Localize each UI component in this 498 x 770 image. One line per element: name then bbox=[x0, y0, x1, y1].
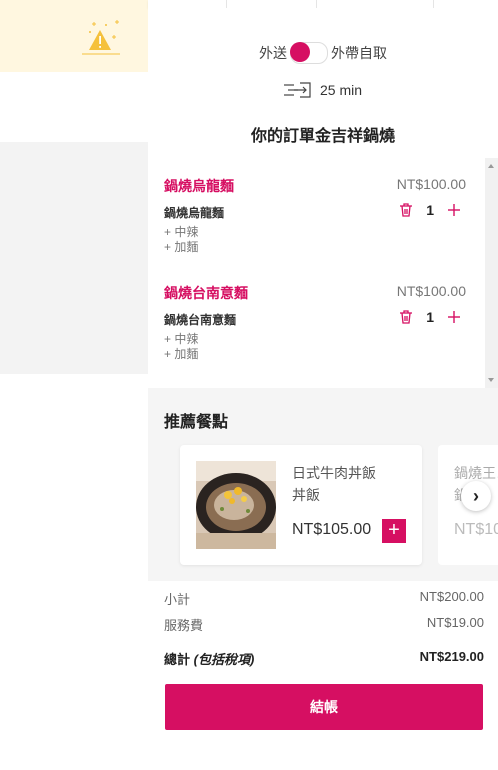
scroll-down-arrow-icon[interactable] bbox=[488, 378, 494, 382]
scroll-up-arrow-icon[interactable] bbox=[488, 164, 494, 168]
delivery-label[interactable]: 外送 bbox=[259, 43, 287, 63]
page-background bbox=[0, 142, 148, 374]
cart-item: 鍋燒台南意麵 NT$100.00 鍋燒台南意麵 + 中辣 + 加麵 1 bbox=[164, 283, 482, 362]
item-option: + 加麵 bbox=[164, 240, 199, 254]
header-strip bbox=[148, 0, 498, 8]
toggle-knob bbox=[290, 42, 310, 62]
recommend-name: 鍋燒王… bbox=[454, 465, 498, 481]
delivery-mode-switch: 外送 外帶自取 bbox=[148, 42, 498, 64]
item-option: + 中辣 bbox=[164, 225, 199, 239]
page-background bbox=[0, 374, 148, 770]
service-fee-value: NT$19.00 bbox=[426, 615, 484, 630]
recommend-price: NT$105.00 bbox=[292, 521, 372, 538]
service-fee-label: 服務費 bbox=[164, 618, 204, 633]
subtotal-row: 小計 NT$200.00 bbox=[164, 589, 484, 608]
order-title: 你的訂單金吉祥鍋燒 bbox=[250, 128, 395, 145]
total-row: 總計 (包括稅項) NT$219.00 bbox=[164, 649, 484, 668]
item-quantity: 1 bbox=[426, 202, 434, 218]
carousel-next-button[interactable]: › bbox=[461, 481, 491, 511]
recommend-title: 推薦餐點 bbox=[164, 414, 229, 431]
recommend-card[interactable]: 日式牛肉丼飯 丼飯 NT$105.00 + bbox=[180, 445, 422, 565]
plus-icon[interactable] bbox=[448, 311, 460, 323]
item-option: + 中辣 bbox=[164, 332, 199, 346]
delivery-toggle[interactable] bbox=[290, 42, 328, 64]
item-price: NT$100.00 bbox=[396, 283, 466, 299]
total-label: 總計 (包括稅項) bbox=[164, 652, 255, 667]
subtotal-label: 小計 bbox=[164, 592, 191, 607]
food-photo bbox=[196, 461, 276, 549]
cart-panel: 外送 外帶自取 25 min 你的訂單金吉祥鍋燒 鍋燒烏龍麵 NT$100.00… bbox=[148, 8, 498, 770]
delivery-time-icon bbox=[283, 82, 311, 98]
trash-icon[interactable] bbox=[400, 310, 413, 324]
eta: 25 min bbox=[148, 82, 498, 98]
cart-items: 鍋燒烏龍麵 NT$100.00 鍋燒烏龍麵 + 中辣 + 加麵 1 鍋燒台南意麵 bbox=[148, 158, 498, 388]
item-quantity: 1 bbox=[426, 309, 434, 325]
total-value: NT$219.00 bbox=[419, 649, 484, 664]
recommend-name: 日式牛肉丼飯 bbox=[292, 465, 376, 481]
alert-banner bbox=[0, 0, 148, 72]
quantity-stepper: 1 bbox=[400, 202, 460, 218]
subtotal-value: NT$200.00 bbox=[419, 589, 484, 604]
recommend-price: NT$10… bbox=[454, 521, 498, 538]
eta-text: 25 min bbox=[319, 82, 363, 98]
cart-item: 鍋燒烏龍麵 NT$100.00 鍋燒烏龍麵 + 中辣 + 加麵 1 bbox=[164, 176, 482, 255]
recommend-category: 丼飯 bbox=[292, 487, 320, 503]
item-price: NT$100.00 bbox=[396, 176, 466, 192]
quantity-stepper: 1 bbox=[400, 309, 460, 325]
trash-icon[interactable] bbox=[400, 203, 413, 217]
warning-icon bbox=[82, 20, 120, 55]
scrollbar[interactable] bbox=[485, 158, 498, 388]
item-option: + 加麵 bbox=[164, 347, 199, 361]
plus-icon[interactable] bbox=[448, 204, 460, 216]
service-fee-row: 服務費 NT$19.00 bbox=[164, 615, 484, 634]
pickup-label[interactable]: 外帶自取 bbox=[331, 43, 387, 63]
page-background bbox=[0, 72, 148, 142]
total-note: (包括稅項) bbox=[193, 652, 255, 667]
checkout-button[interactable]: 結帳 bbox=[165, 684, 483, 730]
add-to-cart-button[interactable]: + bbox=[382, 519, 406, 543]
recommendations: 推薦餐點 日式牛肉丼飯 丼飯 NT$105.00 + 鍋燒王 NT$10 › bbox=[148, 388, 498, 581]
